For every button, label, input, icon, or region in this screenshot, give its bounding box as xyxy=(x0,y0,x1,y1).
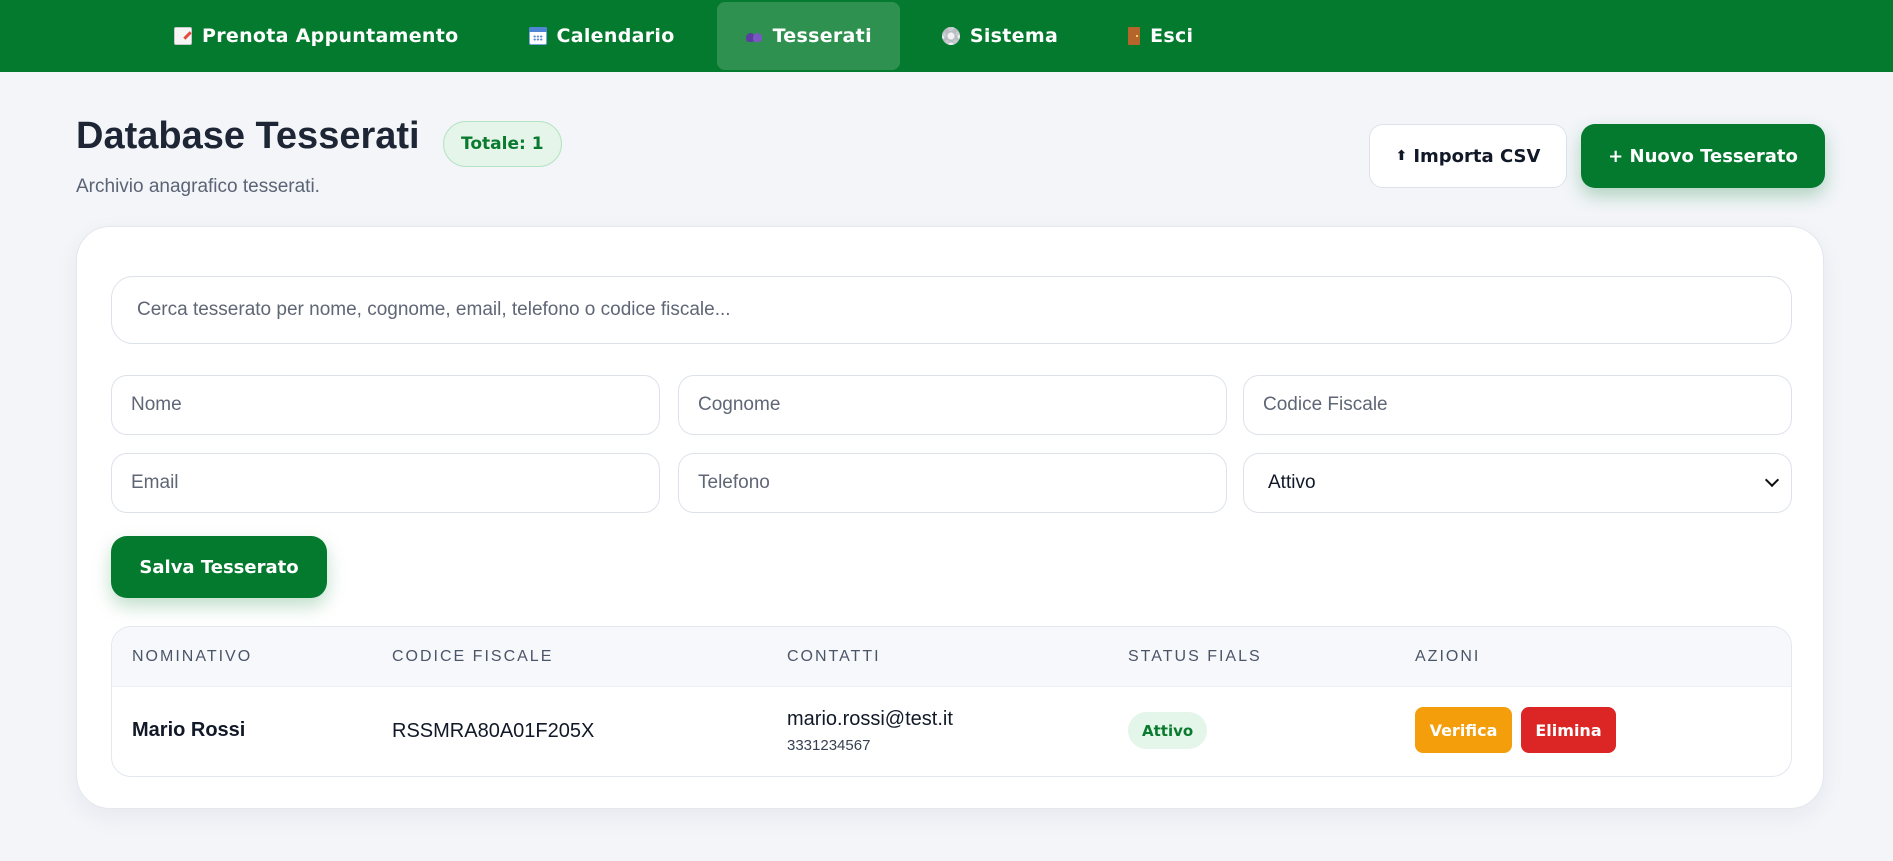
row-email: mario.rossi@test.it xyxy=(787,708,953,730)
import-csv-label: Importa CSV xyxy=(1413,145,1541,167)
top-navbar: Prenota Appuntamento Calendario Tesserat… xyxy=(0,0,1893,72)
cognome-field[interactable] xyxy=(678,375,1227,435)
upload-arrow-icon: ⬆ xyxy=(1395,148,1408,164)
column-header-codice-fiscale: CODICE FISCALE xyxy=(392,648,554,665)
door-icon xyxy=(1128,27,1141,45)
verify-button[interactable]: Verifica xyxy=(1415,707,1512,753)
email-field[interactable] xyxy=(111,453,660,513)
users-icon xyxy=(745,27,763,45)
status-badge: Attivo xyxy=(1128,712,1208,749)
tesserati-table: NOMINATIVO CODICE FISCALE CONTATTI STATU… xyxy=(111,626,1792,777)
status-select-value: Attivo xyxy=(1268,472,1316,493)
nav-item-calendario[interactable]: Calendario xyxy=(501,2,703,70)
row-phone: 3331234567 xyxy=(787,737,871,754)
row-name: Mario Rossi xyxy=(132,719,246,741)
nav-item-label: Prenota Appuntamento xyxy=(202,25,459,47)
nav-item-tesserati[interactable]: Tesserati xyxy=(716,2,900,70)
column-header-status: STATUS FIALS xyxy=(1128,648,1262,665)
telefono-field[interactable] xyxy=(678,453,1227,513)
nav-item-label: Esci xyxy=(1150,25,1194,47)
table-header: NOMINATIVO CODICE FISCALE CONTATTI STATU… xyxy=(112,627,1791,687)
nav-item-sistema[interactable]: Sistema xyxy=(914,2,1086,70)
nav-item-prenota-appuntamento[interactable]: Prenota Appuntamento xyxy=(146,2,487,70)
memo-icon xyxy=(174,27,192,45)
nav-item-label: Tesserati xyxy=(772,25,872,47)
page-title: Database Tesserati xyxy=(76,115,420,157)
tesserati-card: Attivo Salva Tesserato NOMINATIVO CODICE… xyxy=(76,226,1824,809)
save-tesserato-button[interactable]: Salva Tesserato xyxy=(111,536,327,598)
column-header-nominativo: NOMINATIVO xyxy=(132,648,253,665)
chevron-down-icon xyxy=(1764,472,1780,488)
delete-button[interactable]: Elimina xyxy=(1521,707,1616,753)
page-subtitle: Archivio anagrafico tesserati. xyxy=(76,176,320,197)
import-csv-button[interactable]: ⬆ Importa CSV xyxy=(1369,124,1567,188)
nome-field[interactable] xyxy=(111,375,660,435)
gear-icon xyxy=(941,27,960,45)
nav-item-esci[interactable]: Esci xyxy=(1100,2,1221,70)
status-select[interactable]: Attivo xyxy=(1243,453,1792,513)
calendar-icon xyxy=(528,27,547,45)
search-input[interactable] xyxy=(111,276,1792,344)
table-row: Mario Rossi RSSMRA80A01F205X mario.rossi… xyxy=(112,687,1791,776)
column-header-contatti: CONTATTI xyxy=(787,648,881,665)
nav-item-label: Calendario xyxy=(556,25,675,47)
codice-fiscale-field[interactable] xyxy=(1243,375,1792,435)
nav-item-label: Sistema xyxy=(969,25,1059,47)
total-count-badge: Totale: 1 xyxy=(443,121,562,167)
column-header-azioni: AZIONI xyxy=(1415,648,1481,665)
new-tesserato-button[interactable]: + Nuovo Tesserato xyxy=(1581,124,1825,188)
row-codice-fiscale: RSSMRA80A01F205X xyxy=(392,720,595,742)
